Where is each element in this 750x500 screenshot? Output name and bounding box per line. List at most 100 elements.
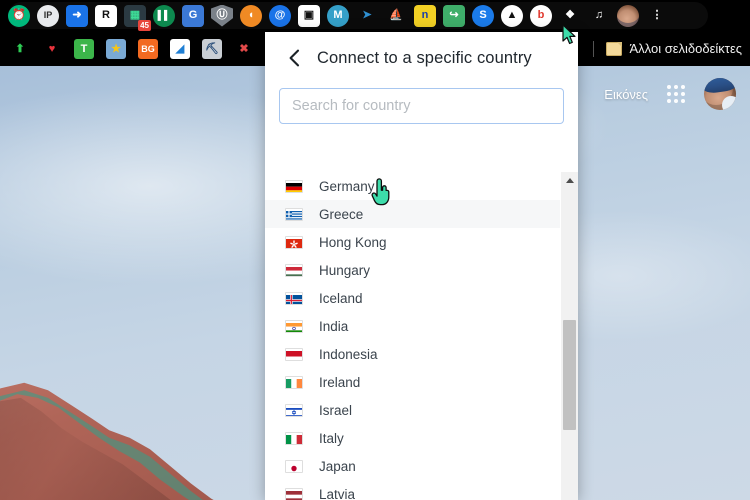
flag-icon-il	[285, 403, 303, 417]
grid-badge-icon-badge: 45	[138, 19, 151, 31]
country-name: Germany	[319, 178, 375, 194]
country-name: Latvia	[319, 486, 356, 500]
country-row-hu[interactable]: Hungary	[265, 256, 560, 284]
scroll-up-arrow-icon[interactable]	[561, 172, 578, 189]
mouse-arrow-cursor	[562, 24, 578, 46]
bookmark-toolbox[interactable]: ⛏	[202, 38, 222, 59]
playlist-music-icon[interactable]: ♫	[588, 5, 610, 27]
account-avatar[interactable]	[704, 78, 736, 110]
bookmark-t-green[interactable]: T	[74, 38, 94, 59]
country-name: Iceland	[319, 290, 363, 306]
flag-icon-ie	[285, 375, 303, 389]
pointing-hand-cursor	[369, 178, 393, 206]
m-cloud-icon-glyph: M	[333, 9, 343, 21]
country-name: Hungary	[319, 262, 371, 278]
nordvpn-icon[interactable]: ▲	[501, 4, 523, 27]
profile-avatar-icon[interactable]	[617, 4, 639, 27]
country-name: Greece	[319, 206, 364, 222]
bookmarks-right-group: Άλλοι σελιδοδείκτες	[589, 31, 743, 66]
pushbullet-icon[interactable]: ▌▌	[153, 4, 175, 27]
bookmarks-left-group: ⬆ ♥ T ★ BG ◢ ⛏ ✖	[10, 31, 254, 66]
pushbullet-icon-glyph: ▌▌	[157, 10, 171, 20]
country-name: Japan	[319, 458, 356, 474]
bookmark-blue-swoosh[interactable]: ◢	[170, 38, 190, 59]
google-header-right: Εικόνες	[604, 78, 736, 110]
avatar-background-snow	[722, 96, 736, 110]
yellow-n-icon[interactable]: n	[414, 4, 436, 27]
flame-orange-icon-glyph: ◖	[247, 9, 255, 21]
country-name: Hong Kong	[319, 234, 387, 250]
country-selection-popup: Connect to a specific country Germany Gre…	[265, 32, 578, 500]
country-name: Israel	[319, 402, 353, 418]
country-row-hk[interactable]: Hong Kong	[265, 228, 560, 256]
back-chevron-icon[interactable]	[283, 47, 305, 69]
at-circle-icon[interactable]: @	[269, 4, 291, 27]
country-row-gr[interactable]: Greece	[265, 200, 560, 228]
flag-icon-lv	[285, 487, 303, 500]
blue-arrow-doc-icon-glyph: ➜	[72, 9, 82, 21]
picture-in-picture-icon[interactable]: ▣	[298, 4, 320, 27]
grid-badge-icon[interactable]: ▦ 45	[124, 4, 151, 31]
r-box-icon[interactable]: R	[95, 4, 117, 27]
flag-icon-de	[285, 179, 303, 193]
ublock-shield-icon[interactable]: Ⓤ	[211, 4, 233, 27]
picture-in-picture-icon-glyph: ▣	[303, 9, 315, 21]
popup-header: Connect to a specific country	[265, 32, 578, 84]
send-paper-plane-icon[interactable]: ➤	[356, 5, 378, 27]
google-translate-icon[interactable]: G	[182, 4, 204, 27]
green-arrow-window-icon[interactable]: ↪	[443, 4, 465, 27]
send-paper-plane-icon-glyph: ➤	[362, 9, 372, 21]
country-row-de[interactable]: Germany	[265, 172, 560, 200]
b-circle-red-icon-glyph: b	[537, 9, 545, 21]
screen: Εικόνες ⏰ IP ➜ R ▦ 45 ▌▌ G Ⓤ ◖ @ ▣ M ➤ ⛵ n ↪ S ▲ b ❖ ♫ ⋮ ⬆ ♥ T ★ B…	[0, 0, 750, 500]
chrome-menu-icon-glyph: ⋮	[651, 9, 663, 21]
other-bookmarks-label[interactable]: Άλλοι σελιδοδείκτες	[630, 41, 743, 56]
chrome-menu-icon[interactable]: ⋮	[646, 5, 668, 27]
bookmark-red-heart[interactable]: ♥	[42, 39, 62, 59]
scrollbar-thumb[interactable]	[563, 320, 576, 430]
popup-title: Connect to a specific country	[317, 48, 532, 67]
search-for-country-input[interactable]	[279, 88, 564, 124]
flag-icon-is	[285, 291, 303, 305]
shazam-icon-glyph: S	[479, 9, 487, 21]
yellow-n-icon-glyph: n	[421, 9, 429, 21]
country-row-in[interactable]: India	[265, 312, 560, 340]
images-link[interactable]: Εικόνες	[604, 87, 648, 102]
country-list-scrollbar[interactable]	[561, 172, 578, 500]
alarm-check-icon[interactable]: ⏰	[8, 4, 30, 27]
flag-icon-it	[285, 431, 303, 445]
bookmark-red-x[interactable]: ✖	[234, 39, 254, 59]
bookmark-star-yellow[interactable]: ★	[106, 38, 126, 59]
m-cloud-icon[interactable]: M	[327, 4, 349, 27]
country-name: Ireland	[319, 374, 361, 390]
shazam-icon[interactable]: S	[472, 4, 494, 27]
b-circle-red-icon[interactable]: b	[530, 4, 552, 27]
apps-grid-icon[interactable]	[664, 82, 688, 106]
country-row-it[interactable]: Italy	[265, 424, 560, 452]
r-box-icon-glyph: R	[102, 9, 110, 21]
country-name: Indonesia	[319, 346, 378, 362]
flag-icon-hk	[285, 235, 303, 249]
bookmark-bg-orange[interactable]: BG	[138, 38, 158, 59]
at-circle-icon-glyph: @	[274, 9, 286, 21]
folder-icon	[605, 41, 622, 56]
flame-orange-icon[interactable]: ◖	[240, 4, 262, 27]
extension-toolbar: ⏰ IP ➜ R ▦ 45 ▌▌ G Ⓤ ◖ @ ▣ M ➤ ⛵ n ↪ S ▲ b ❖ ♫ ⋮	[0, 0, 750, 31]
playlist-music-icon-glyph: ♫	[594, 9, 604, 21]
country-row-lv[interactable]: Latvia	[265, 480, 560, 500]
country-row-ie[interactable]: Ireland	[265, 368, 560, 396]
flag-icon-jp	[285, 459, 303, 473]
blue-arrow-doc-icon[interactable]: ➜	[66, 4, 88, 27]
ip-search-icon[interactable]: IP	[37, 4, 59, 27]
nordvpn-icon-glyph: ▲	[506, 9, 518, 21]
flag-icon-id	[285, 347, 303, 361]
country-row-is[interactable]: Iceland	[265, 284, 560, 312]
scooter-icon[interactable]: ⛵	[385, 5, 407, 27]
bookmark-green-up-arrow[interactable]: ⬆	[10, 39, 30, 59]
country-name: Italy	[319, 430, 344, 446]
country-row-il[interactable]: Israel	[265, 396, 560, 424]
flag-icon-gr	[285, 207, 303, 221]
flag-icon-hu	[285, 263, 303, 277]
country-row-id[interactable]: Indonesia	[265, 340, 560, 368]
country-row-jp[interactable]: Japan	[265, 452, 560, 480]
